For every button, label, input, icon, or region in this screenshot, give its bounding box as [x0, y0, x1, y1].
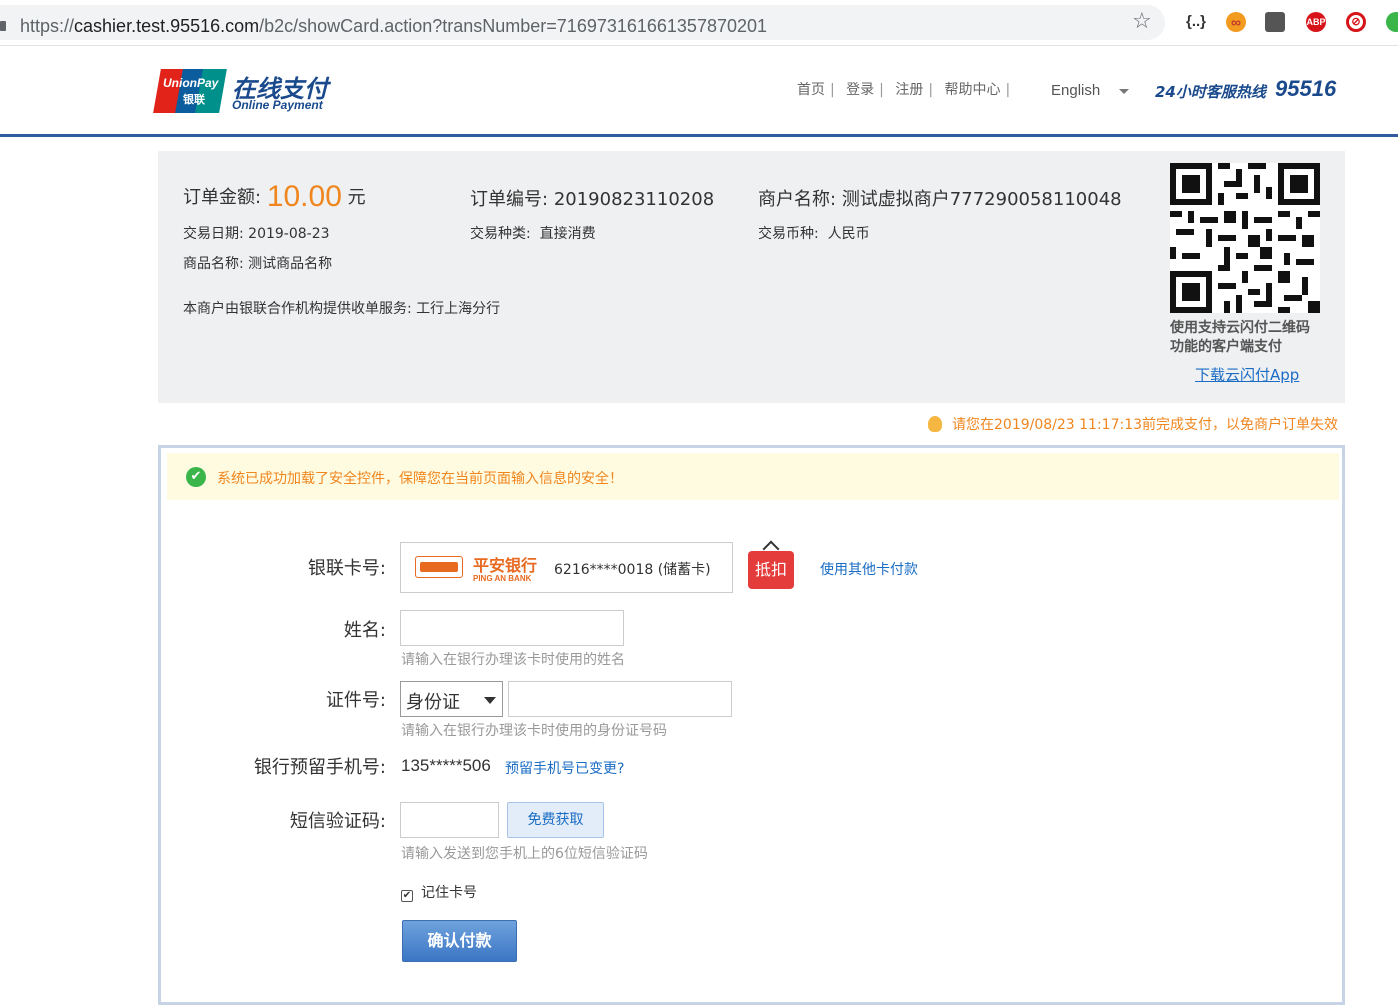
lock-icon [0, 21, 6, 31]
sms-code-label: 短信验证码: [289, 811, 386, 832]
deadline-notice: 请您在2019/08/23 11:17:13前完成支付，以免商户订单失效 [928, 414, 1338, 434]
chevron-down-icon[interactable] [1119, 89, 1129, 94]
reserved-phone: 135*****506 [401, 756, 491, 775]
download-app-link[interactable]: 下载云闪付App [1195, 364, 1299, 385]
order-info-panel: 订单金额: 10.00 元 订单编号: 20190823110208 商户名称:… [158, 151, 1345, 403]
id-type-select[interactable]: 身份证 [400, 681, 503, 717]
product-name: 商品名称: 测试商品名称 [183, 256, 333, 272]
confirm-payment-button[interactable]: 确认付款 [402, 920, 517, 962]
id-hint: 请输入在银行办理该卡时使用的身份证号码 [401, 723, 667, 739]
qr-caption: 使用支持云闪付二维码 功能的客户端支付 [1170, 320, 1310, 355]
payment-form: ✔ 系统已成功加载了安全控件，保障您在当前页面输入信息的安全！ 银联卡号: 平安… [158, 445, 1345, 1005]
selected-card[interactable]: 平安银行 PING AN BANK 6216****0018 (储蓄卡) [400, 542, 733, 593]
remember-card[interactable]: ✔ 记住卡号 [401, 882, 477, 902]
nav-home[interactable]: 首页 [797, 82, 825, 98]
pingan-bank-icon [415, 556, 463, 578]
check-circle-icon: ✔ [186, 467, 206, 487]
sms-hint: 请输入发送到您手机上的6位短信验证码 [401, 846, 648, 862]
hotline-label: 24小时客服热线 [1155, 83, 1266, 101]
adblock-icon[interactable]: ABP [1306, 12, 1326, 32]
sms-code-input[interactable] [400, 802, 499, 838]
merchant-name: 商户名称: 测试虚拟商户777290058110048 [758, 189, 1122, 210]
discount-tag-icon[interactable]: 抵扣 [748, 551, 794, 589]
json-viewer-icon[interactable]: {..} [1186, 12, 1206, 32]
trade-type: 交易种类: 直接消费 [470, 226, 596, 242]
logo-subtitle: Online Payment [232, 98, 323, 112]
header-divider [0, 134, 1398, 137]
block-icon[interactable]: ⊘ [1346, 12, 1366, 32]
hotline-number: 95516 [1275, 76, 1337, 101]
browser-toolbar: https://cashier.test.95516.com/b2c/showC… [0, 0, 1398, 46]
nav-register[interactable]: 注册 [895, 82, 923, 98]
nav-help[interactable]: 帮助中心 [945, 82, 1001, 98]
use-other-card-link[interactable]: 使用其他卡付款 [820, 559, 918, 579]
phone-changed-link[interactable]: 预留手机号已变更? [505, 758, 624, 778]
phone-label: 银行预留手机号: [253, 757, 386, 778]
order-number: 订单编号: 20190823110208 [470, 189, 715, 210]
security-notice: ✔ 系统已成功加载了安全控件，保障您在当前页面输入信息的安全！ [167, 453, 1339, 500]
remember-card-checkbox[interactable]: ✔ [401, 890, 413, 902]
name-hint: 请输入在银行办理该卡时使用的姓名 [401, 652, 625, 668]
bookmark-star-icon[interactable]: ☆ [1132, 9, 1152, 34]
green-extension-icon[interactable] [1386, 12, 1398, 32]
nav-login[interactable]: 登录 [846, 82, 874, 98]
card-number-label: 银联卡号: [307, 558, 386, 579]
id-number-input[interactable] [508, 681, 732, 717]
qr-code [1170, 163, 1320, 313]
picture-icon[interactable] [1265, 12, 1285, 32]
url-text[interactable]: https://cashier.test.95516.com/b2c/showC… [20, 16, 767, 37]
card-number: 6216****0018 (储蓄卡) [554, 562, 711, 578]
chevron-down-icon [484, 697, 496, 704]
id-label: 证件号: [325, 690, 386, 711]
get-sms-code-button[interactable]: 免费获取 [507, 802, 604, 838]
site-header: UnionPay 银联 在线支付 Online Payment 首页 | 登录 | … [0, 47, 1398, 134]
trade-currency: 交易币种: 人民币 [758, 226, 870, 242]
infinity-icon[interactable]: ∞ [1226, 12, 1246, 32]
name-input[interactable] [400, 610, 624, 646]
trade-date: 交易日期: 2019-08-23 [183, 226, 330, 242]
top-nav: 首页 | 登录 | 注册 | 帮助中心 | [797, 82, 1011, 98]
acquirer-info: 本商户由银联合作机构提供收单服务: 工行上海分行 [183, 301, 501, 317]
lightbulb-icon [928, 416, 942, 432]
unionpay-logo[interactable]: UnionPay 银联 [153, 69, 227, 113]
name-label: 姓名: [343, 620, 386, 641]
address-bar[interactable]: https://cashier.test.95516.com/b2c/showC… [0, 5, 1165, 40]
order-amount: 订单金额: 10.00 元 [183, 180, 366, 213]
language-select[interactable]: English [1051, 82, 1100, 99]
